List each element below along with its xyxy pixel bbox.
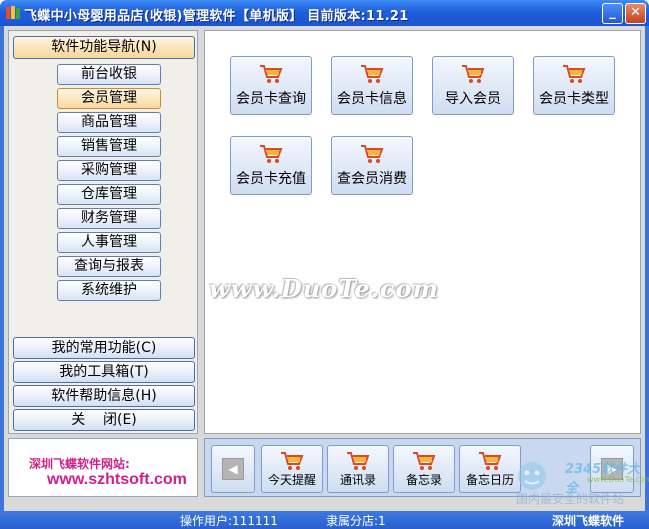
nav-item-sales[interactable]: 销售管理	[57, 136, 161, 157]
address-book-button[interactable]: 通讯录	[327, 445, 389, 493]
member-card-query-button[interactable]: 会员卡查询	[230, 56, 312, 115]
toolbar-label: 今天提醒	[267, 473, 316, 487]
cart-icon	[260, 145, 283, 163]
close-window-button[interactable]: ✕	[625, 3, 646, 24]
status-company: 深圳飞蝶软件	[552, 514, 625, 528]
status-operator: 操作用户:111111	[180, 514, 278, 528]
nav-item-warehouse[interactable]: 仓库管理	[57, 184, 161, 205]
help-info-button[interactable]: 软件帮助信息(H)	[13, 385, 195, 407]
cart-icon	[479, 452, 502, 470]
client-area: 软件功能导航(N) 前台收银 会员管理 商品管理 销售管理 采购管理 仓库管理 …	[4, 26, 645, 511]
member-card-type-button[interactable]: 会员卡类型	[533, 56, 615, 115]
member-card-recharge-button[interactable]: 会员卡充值	[230, 136, 312, 195]
cart-icon	[462, 65, 485, 83]
nav-header-button[interactable]: 软件功能导航(N)	[13, 36, 195, 59]
cart-icon	[281, 452, 304, 470]
cart-icon	[260, 65, 283, 83]
left-arrow-icon: ◀	[222, 458, 244, 480]
function-label: 导入会员	[445, 91, 501, 107]
toolbar-label: 通讯录	[339, 473, 376, 487]
title-bar[interactable]: 飞蝶中小母婴用品店(收银)管理软件【单机版】 目前版本:11.21 _ ✕	[0, 0, 649, 26]
app-window: 飞蝶中小母婴用品店(收银)管理软件【单机版】 目前版本:11.21 _ ✕ 软件…	[0, 0, 649, 529]
member-consumption-button[interactable]: 查会员消费	[331, 136, 413, 195]
status-bar: 操作用户:111111 隶属分店:1 深圳飞蝶软件	[0, 511, 649, 529]
today-reminder-button[interactable]: 今天提醒	[261, 445, 323, 493]
nav-item-reports[interactable]: 查询与报表	[57, 256, 161, 277]
function-label: 会员卡查询	[236, 91, 306, 107]
function-label: 会员卡信息	[337, 91, 407, 107]
toolbar-label: 备忘录	[405, 473, 442, 487]
nav-item-hr[interactable]: 人事管理	[57, 232, 161, 253]
cart-icon	[361, 145, 384, 163]
common-functions-button[interactable]: 我的常用功能(C)	[13, 337, 195, 359]
window-title: 飞蝶中小母婴用品店(收银)管理软件【单机版】 目前版本:11.21	[24, 9, 409, 24]
minimize-button[interactable]: _	[602, 3, 623, 24]
cart-icon	[347, 452, 370, 470]
nav-item-purchase[interactable]: 采购管理	[57, 160, 161, 181]
navigation-panel: 软件功能导航(N) 前台收银 会员管理 商品管理 销售管理 采购管理 仓库管理 …	[8, 30, 198, 434]
toolbox-button[interactable]: 我的工具箱(T)	[13, 361, 195, 383]
cart-icon	[361, 65, 384, 83]
duote-watermark: www.DuoTe.com	[209, 274, 439, 303]
function-panel: 会员卡查询 会员卡信息 导入会员 会员卡类型 会员卡充值 查会员消费	[204, 30, 641, 434]
website-box: 深圳飞蝶软件网站: www.szhtsoft.com	[8, 438, 198, 497]
nav-item-product[interactable]: 商品管理	[57, 112, 161, 133]
member-card-info-button[interactable]: 会员卡信息	[331, 56, 413, 115]
exit-button[interactable]: 关 闭(E)	[13, 409, 195, 431]
status-store: 隶属分店:1	[326, 514, 386, 528]
function-label: 会员卡类型	[539, 91, 609, 107]
cart-icon	[563, 65, 586, 83]
website-link[interactable]: www.szhtsoft.com	[47, 471, 187, 489]
app-logo-icon	[6, 6, 20, 19]
scroll-left-button[interactable]: ◀	[211, 445, 255, 493]
import-members-button[interactable]: 导入会员	[432, 56, 514, 115]
watermark-slogan: 国内最安全的软件站	[516, 492, 625, 506]
website-label: 深圳飞蝶软件网站:	[29, 457, 130, 471]
nav-item-member[interactable]: 会员管理	[57, 88, 161, 109]
nav-item-finance[interactable]: 财务管理	[57, 208, 161, 229]
function-label: 会员卡充值	[236, 171, 306, 187]
memo-button[interactable]: 备忘录	[393, 445, 455, 493]
cart-icon	[413, 452, 436, 470]
nav-item-cashier[interactable]: 前台收银	[57, 64, 161, 85]
nav-item-system[interactable]: 系统维护	[57, 280, 161, 301]
watermark-site: www.DuoTe.com	[587, 475, 649, 484]
function-label: 查会员消费	[337, 171, 407, 187]
